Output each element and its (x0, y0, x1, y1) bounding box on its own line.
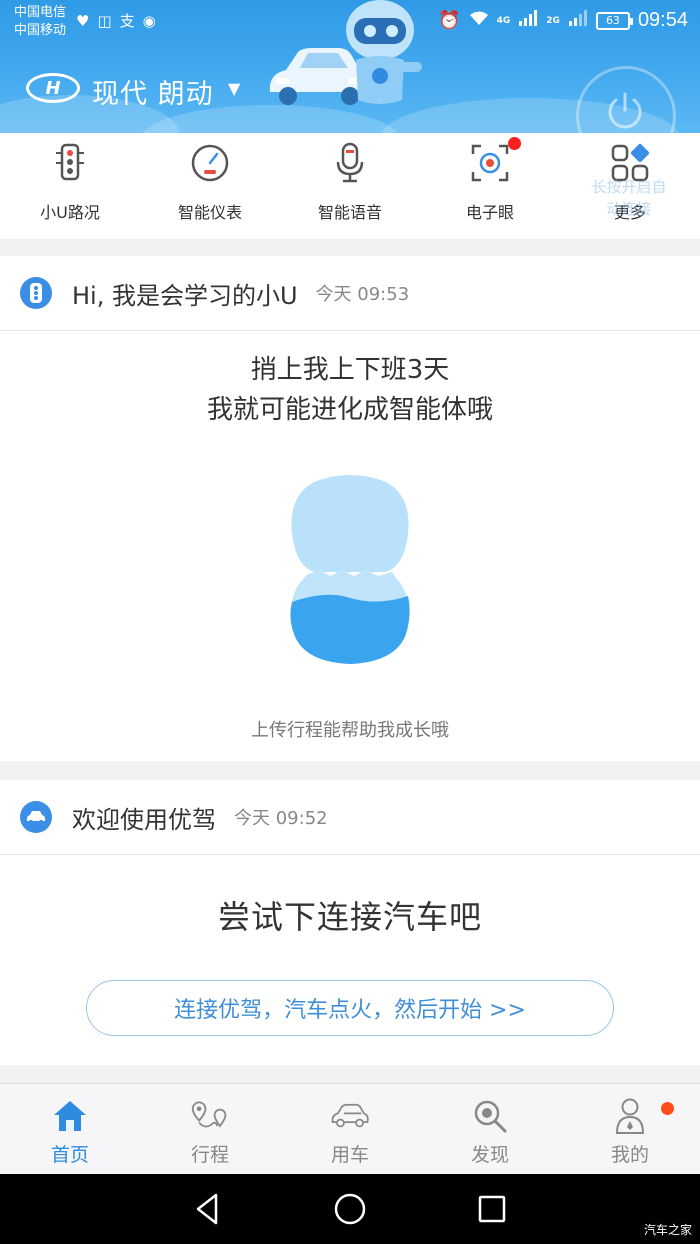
learning-message: 捎上我上下班3天 我就可能进化成智能体哦 (0, 350, 700, 430)
card-header: Hi, 我是会学习的小U 今天 09:53 (0, 256, 700, 331)
wifi-icon (469, 10, 489, 31)
traffic-light-icon (20, 277, 52, 309)
tab-discover[interactable]: 发现 (420, 1084, 560, 1174)
signal-icon (518, 10, 538, 31)
battery-icon: 63 (595, 11, 633, 30)
bottom-tab-bar: 首页 行程 用车 发现 我的 (0, 1083, 700, 1174)
traffic-light-icon (48, 141, 92, 185)
tab-label: 首页 (50, 1144, 89, 1166)
car-icon (330, 1096, 370, 1136)
heart-icon: ♥ (76, 11, 90, 30)
clock: 09:54 (637, 9, 688, 31)
recents-icon[interactable] (474, 1191, 510, 1227)
learning-footer: 上传行程能帮助我成长哦 (251, 720, 449, 741)
card-header: 欢迎使用优驾 今天 09:52 (0, 780, 700, 855)
welcome-card: 欢迎使用优驾 今天 09:52 尝试下连接汽车吧 连接优驾，汽车点火，然后开始 … (0, 780, 700, 1065)
quick-item-voice[interactable]: 智能语音 (280, 133, 420, 239)
tab-home[interactable]: 首页 (0, 1084, 140, 1174)
caret-down-icon[interactable]: ▼ (228, 79, 240, 98)
system-nav-bar: 汽车之家 (0, 1174, 700, 1244)
gauge-icon (188, 141, 232, 185)
hyundai-logo-icon[interactable]: H (26, 73, 80, 103)
card-title: Hi, 我是会学习的小U (72, 281, 298, 310)
network-type-1: 4G (496, 15, 511, 26)
system-status: ⏰ 4G 2G 63 09:54 (438, 9, 688, 32)
microphone-icon (328, 141, 372, 185)
signal-icon (568, 10, 588, 31)
message-line: 我就可能进化成智能体哦 (206, 395, 493, 425)
route-icon (190, 1096, 230, 1136)
notification-dot (661, 1102, 674, 1115)
quick-item-label: 电子眼 (465, 203, 514, 222)
tab-label: 行程 (190, 1144, 229, 1166)
car-selector[interactable]: 现代 朗动 (92, 72, 214, 111)
app-header: 中国电信 中国移动 ♥ ◫ 支 ◉ ⏰ 4G 2G 63 09:54 H 现代 … (0, 0, 700, 133)
home-icon (50, 1096, 90, 1136)
card-time: 今天 09:52 (234, 808, 328, 829)
tab-car[interactable]: 用车 (280, 1084, 420, 1174)
card-time: 今天 09:53 (315, 284, 410, 305)
quick-item-label: 智能语音 (317, 203, 382, 222)
watermark: 汽车之家 (643, 1223, 692, 1237)
power-icon[interactable] (604, 90, 646, 132)
carrier-2: 中国移动 (14, 23, 67, 38)
profile-icon (610, 1096, 650, 1136)
home-button-icon[interactable] (332, 1191, 368, 1227)
message-line: 捎上我上下班3天 (250, 355, 450, 385)
car-icon (20, 801, 52, 833)
connect-headline: 尝试下连接汽车吧 (217, 898, 482, 936)
robot-mascot-icon (346, 0, 422, 104)
network-type-2: 2G (546, 15, 560, 26)
robot-silhouette-icon (290, 475, 410, 664)
alipay-icon: 支 (119, 12, 135, 30)
tab-profile[interactable]: 我的 (560, 1084, 700, 1174)
discover-icon (470, 1096, 510, 1136)
tab-trips[interactable]: 行程 (140, 1084, 280, 1174)
card-title: 欢迎使用优驾 (72, 805, 216, 834)
learning-card: Hi, 我是会学习的小U 今天 09:53 捎上我上下班3天 我就可能进化成智能… (0, 256, 700, 761)
quick-item-label: 小U路况 (40, 203, 100, 222)
quick-item-dashboard[interactable]: 智能仪表 (140, 133, 280, 239)
alarm-icon: ⏰ (438, 10, 461, 31)
shield-icon: ◫ (97, 11, 112, 30)
notification-icons: ♥ ◫ 支 ◉ (76, 10, 156, 31)
tab-label: 用车 (330, 1144, 369, 1166)
back-icon[interactable] (190, 1191, 226, 1227)
tab-label: 发现 (470, 1144, 509, 1166)
carrier-1: 中国电信 (14, 5, 67, 20)
camera-icon (468, 141, 512, 185)
quick-item-label: 智能仪表 (177, 203, 242, 222)
power-hint-text: 长按开启自动连接 (591, 178, 667, 218)
notification-dot (508, 137, 521, 150)
quick-item-speed-camera[interactable]: 电子眼 (420, 133, 560, 239)
carrier-info: 中国电信 中国移动 (14, 4, 66, 40)
tab-label: 我的 (610, 1144, 649, 1166)
wechat-icon: ◉ (142, 11, 156, 30)
quick-item-traffic[interactable]: 小U路况 (0, 133, 140, 239)
connect-car-button[interactable]: 连接优驾，汽车点火，然后开始 >> (86, 980, 614, 1036)
